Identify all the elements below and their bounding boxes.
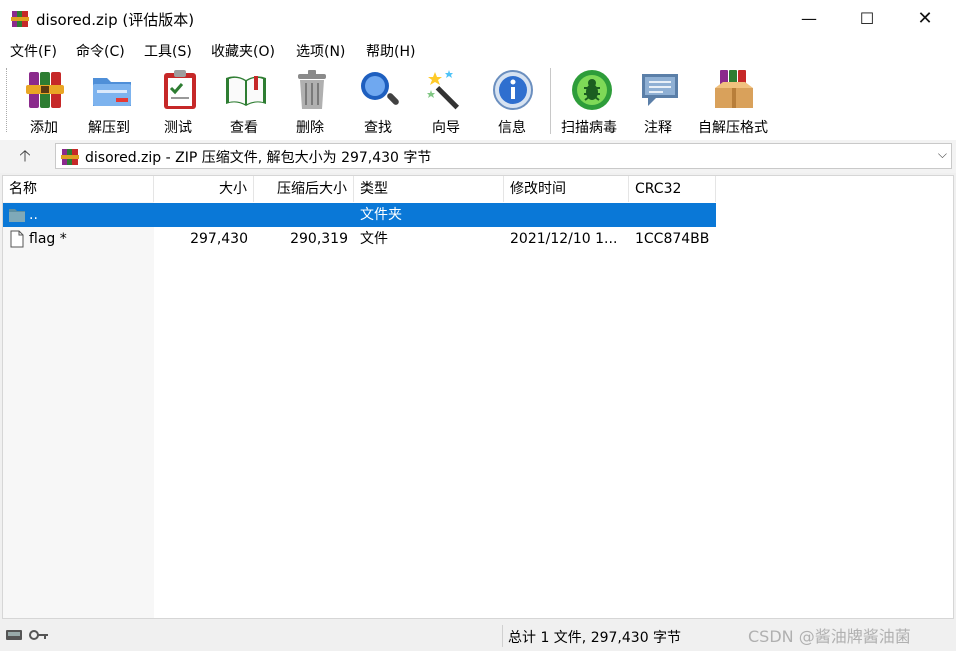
menu-help[interactable]: 帮助(H)	[366, 41, 415, 61]
title-bar: disored.zip (评估版本) — ☐ ✕	[0, 0, 956, 38]
extract-to-button[interactable]: 解压到	[88, 66, 138, 136]
chevron-down-icon[interactable]: ⌵	[938, 147, 947, 162]
extract-to-label: 解压到	[88, 120, 130, 136]
cell-type: 文件	[360, 231, 388, 247]
column-header-size[interactable]: 大小	[154, 176, 254, 202]
wizard-label: 向导	[432, 120, 460, 136]
info-label: 信息	[498, 120, 526, 136]
cell-crc: 1CC874BB	[635, 231, 710, 247]
test-button[interactable]: 测试	[158, 66, 202, 136]
close-button[interactable]: ✕	[896, 0, 954, 38]
cell-modified: 2021/12/10 1...	[510, 231, 618, 247]
comment-label: 注释	[644, 120, 672, 136]
wizard-button[interactable]: 向导	[424, 66, 470, 136]
cell-type: 文件夹	[360, 207, 402, 223]
view-button[interactable]: 查看	[222, 66, 270, 136]
file-list[interactable]: 名称 ﹀ 大小 压缩后大小 类型 修改时间 CRC32 .. 文件夹 flag …	[2, 175, 954, 619]
column-header-type[interactable]: 类型	[354, 176, 504, 202]
drive-key-icon	[6, 630, 48, 640]
sfx-box-icon	[715, 70, 753, 108]
speech-bubble-icon	[642, 74, 678, 106]
cell-packed	[254, 203, 348, 227]
column-header-packed-label: 压缩后大小	[277, 181, 347, 197]
sfx-button[interactable]: 自解压格式	[698, 66, 776, 136]
cell-size: 297,430	[190, 231, 248, 247]
window-title: disored.zip (评估版本)	[36, 11, 195, 29]
info-button[interactable]: 信息	[490, 66, 536, 136]
table-row[interactable]: flag * 297,430 290,319 文件 2021/12/10 1..…	[3, 227, 716, 251]
delete-button[interactable]: 删除	[290, 66, 334, 136]
status-summary: 总计 1 文件, 297,430 字节	[508, 630, 682, 646]
cell-modified	[510, 203, 626, 227]
winrar-books-icon	[26, 72, 64, 108]
cell-name: ..	[29, 207, 38, 223]
up-arrow-icon[interactable]: 🡡	[13, 145, 37, 167]
cell-name: flag *	[29, 231, 67, 247]
table-row[interactable]: .. 文件夹	[3, 203, 716, 227]
address-path: disored.zip - ZIP 压缩文件, 解包大小为 297,430 字节	[85, 150, 432, 166]
menu-favorites[interactable]: 收藏夹(O)	[211, 41, 275, 61]
cell-size	[154, 203, 248, 227]
column-header-crc-label: CRC32	[635, 181, 682, 197]
menu-options[interactable]: 选项(N)	[296, 41, 345, 61]
column-header-type-label: 类型	[360, 181, 388, 197]
magic-wand-icon	[427, 70, 460, 110]
minimize-button[interactable]: —	[780, 0, 838, 38]
toolbar-separator	[550, 68, 551, 134]
column-header-size-label: 大小	[219, 181, 247, 197]
scan-virus-button[interactable]: 扫描病毒	[561, 66, 623, 136]
winrar-app-icon	[11, 11, 29, 27]
trash-can-icon	[298, 70, 326, 109]
column-header-packed[interactable]: 压缩后大小	[254, 176, 354, 202]
toolbar: 添加 解压到 测试 查看 删除 查找 向导 信息 扫描病毒 注释 自解压格式	[0, 62, 956, 141]
address-row: 🡡 disored.zip - ZIP 压缩文件, 解包大小为 297,430 …	[0, 140, 956, 173]
column-header-name[interactable]: 名称 ﹀	[3, 176, 154, 202]
add-label: 添加	[30, 120, 58, 136]
delete-label: 删除	[296, 120, 324, 136]
virus-scan-icon	[572, 70, 612, 110]
clipboard-check-icon	[164, 70, 196, 109]
test-label: 测试	[164, 120, 192, 136]
sfx-label: 自解压格式	[698, 120, 768, 136]
folder-icon	[9, 209, 25, 222]
status-divider	[502, 625, 503, 647]
maximize-button[interactable]: ☐	[838, 0, 896, 38]
info-icon	[493, 70, 533, 110]
menu-file[interactable]: 文件(F)	[10, 41, 57, 61]
comment-button[interactable]: 注释	[638, 66, 682, 136]
menu-commands[interactable]: 命令(C)	[76, 41, 125, 61]
add-button[interactable]: 添加	[22, 66, 68, 136]
folder-extract-icon	[93, 78, 131, 106]
scan-virus-label: 扫描病毒	[561, 120, 617, 136]
toolbar-grip[interactable]	[6, 68, 10, 132]
open-book-icon	[226, 76, 266, 106]
column-header-modified-label: 修改时间	[510, 181, 566, 197]
menu-bar: 文件(F) 命令(C) 工具(S) 收藏夹(O) 选项(N) 帮助(H)	[0, 38, 956, 62]
sort-chevron-icon: ﹀	[73, 175, 83, 184]
magnifier-icon	[361, 72, 399, 105]
status-bar: 总计 1 文件, 297,430 字节 CSDN @酱油牌酱油菌	[0, 621, 956, 651]
find-label: 查找	[364, 120, 392, 136]
address-field[interactable]: disored.zip - ZIP 压缩文件, 解包大小为 297,430 字节…	[55, 143, 952, 169]
zip-archive-icon	[61, 149, 79, 165]
file-icon	[10, 230, 24, 248]
cell-packed: 290,319	[290, 231, 348, 247]
menu-tools[interactable]: 工具(S)	[144, 41, 192, 61]
cell-crc	[635, 203, 715, 227]
watermark: CSDN @酱油牌酱油菌	[748, 627, 911, 646]
column-header-crc[interactable]: CRC32	[629, 176, 716, 202]
view-label: 查看	[230, 120, 258, 136]
column-header-modified[interactable]: 修改时间	[504, 176, 629, 202]
find-button[interactable]: 查找	[356, 66, 402, 136]
